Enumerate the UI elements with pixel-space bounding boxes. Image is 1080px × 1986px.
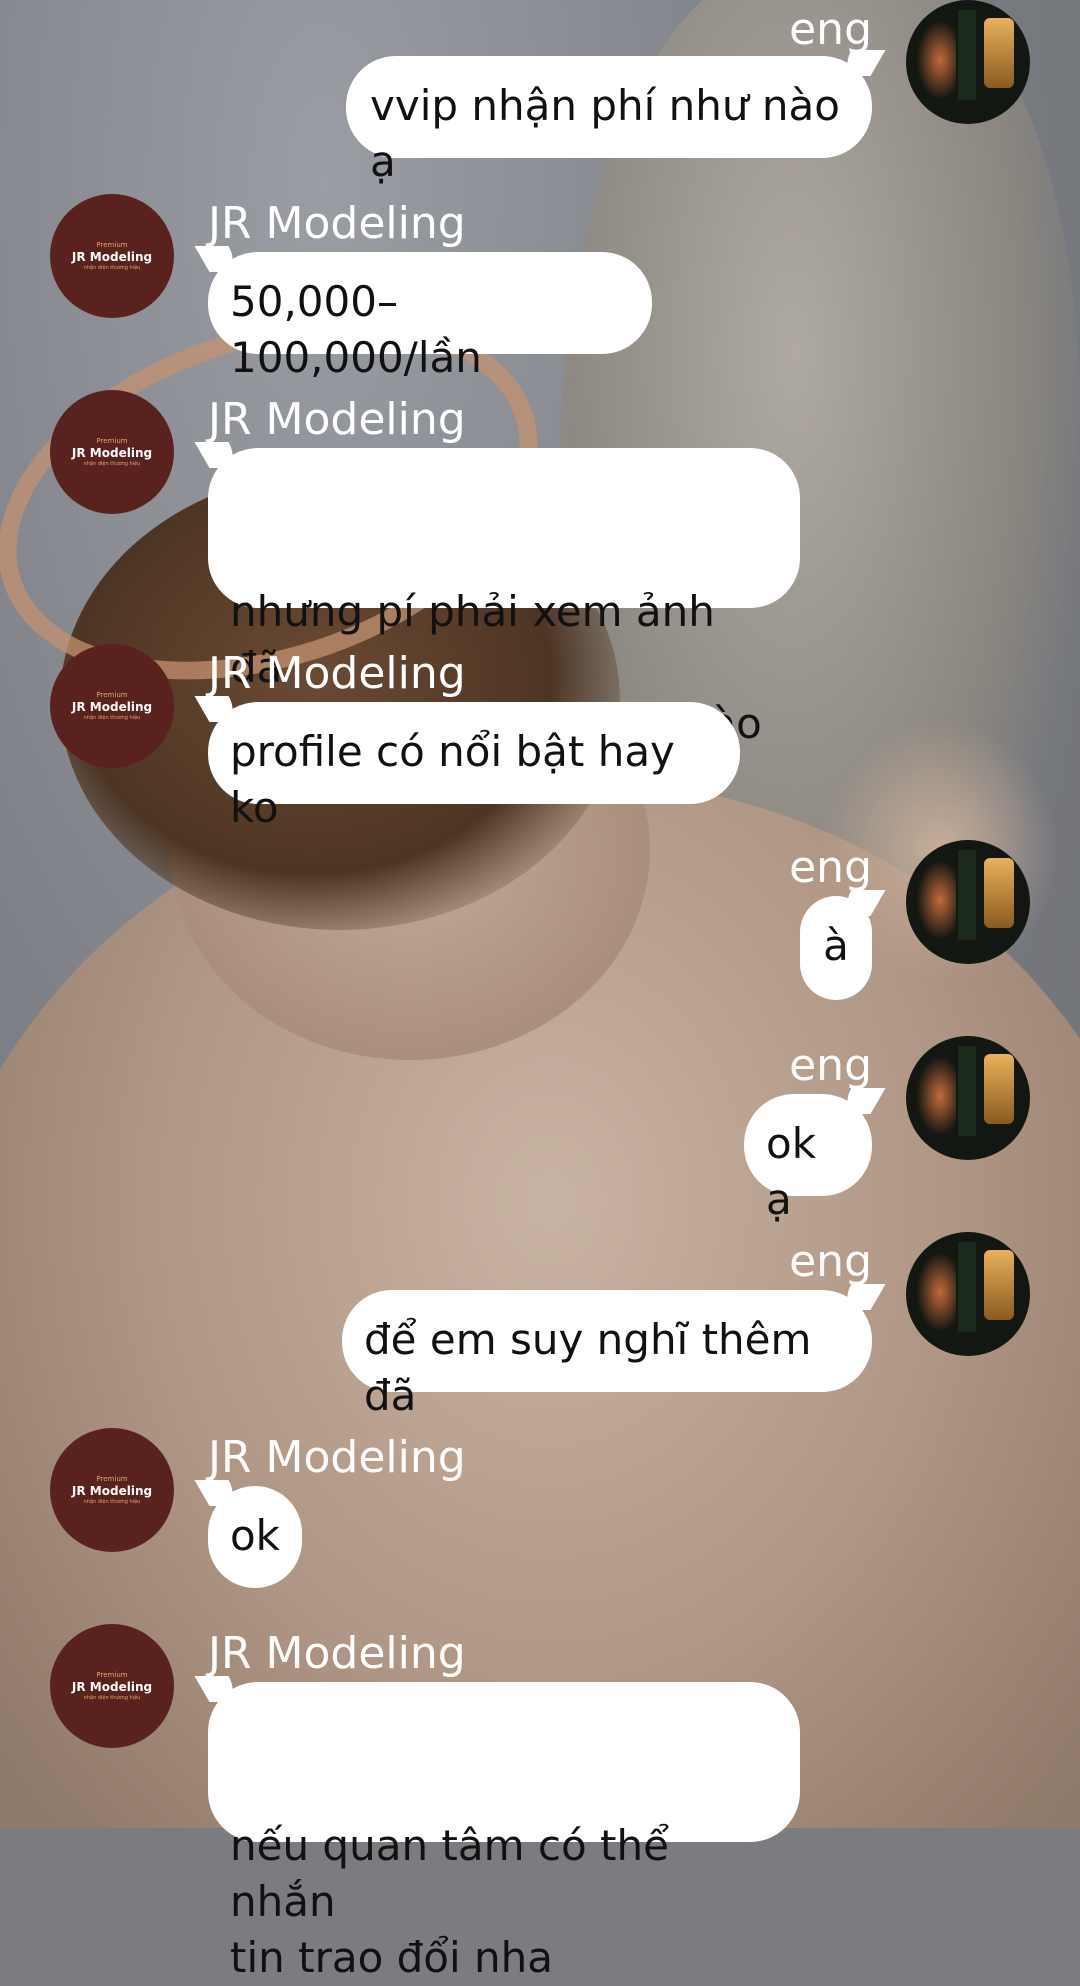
message-bubble[interactable]: nhưng pí phải xem ảnh đã nhá để xem rate… <box>194 442 800 748</box>
message-bubble[interactable]: 50,000–100,000/lần <box>194 246 652 382</box>
message-bubble[interactable]: ok <box>194 1480 302 1588</box>
contact-avatar[interactable]: Premium JR Modeling nhận diện thương hiệ… <box>50 194 174 318</box>
contact-avatar[interactable]: Premium JR Modeling nhận diện thương hiệ… <box>50 390 174 514</box>
sender-name: JR Modeling <box>208 648 466 699</box>
message-text: à <box>823 921 849 970</box>
message-bubble[interactable]: vvip nhận phí như nào ạ <box>346 50 886 186</box>
avatar-premium-text: Premium <box>96 1670 128 1679</box>
avatar-sub-text: nhận diện thương hiệu <box>83 714 141 721</box>
avatar-sub-text: nhận diện thương hiệu <box>83 460 141 467</box>
sender-name: eng <box>789 4 872 55</box>
avatar-sub-text: nhận diện thương hiệu <box>83 1498 141 1505</box>
contact-avatar[interactable]: Premium JR Modeling nhận diện thương hiệ… <box>50 1624 174 1748</box>
user-avatar[interactable] <box>906 0 1030 124</box>
avatar-title-text: JR Modeling <box>71 445 153 460</box>
avatar-premium-text: Premium <box>96 240 128 249</box>
contact-avatar[interactable]: Premium JR Modeling nhận diện thương hiệ… <box>50 1428 174 1552</box>
sender-name: eng <box>789 842 872 893</box>
avatar-title-text: JR Modeling <box>71 1679 153 1694</box>
avatar-premium-text: Premium <box>96 1474 128 1483</box>
sender-name: JR Modeling <box>208 1432 466 1483</box>
message-bubble[interactable]: profile có nổi bật hay ko <box>194 696 740 832</box>
avatar-sub-text: nhận diện thương hiệu <box>83 1694 141 1701</box>
avatar-sub-text: nhận diện thương hiệu <box>83 264 141 271</box>
sender-name: JR Modeling <box>208 198 466 249</box>
message-bubble[interactable]: ok ạ <box>744 1088 886 1224</box>
sender-name: eng <box>789 1236 872 1287</box>
message-text: ok <box>229 1511 281 1560</box>
message-bubble[interactable]: để em suy nghĩ thêm đã <box>342 1284 886 1420</box>
avatar-title-text: JR Modeling <box>71 1483 153 1498</box>
user-avatar[interactable] <box>906 1232 1030 1356</box>
avatar-premium-text: Premium <box>96 690 128 699</box>
contact-avatar[interactable]: Premium JR Modeling nhận diện thương hiệ… <box>50 644 174 768</box>
message-text: nếu quan tâm có thể nhắn tin trao đổi nh… <box>230 1821 669 1982</box>
sender-name: JR Modeling <box>208 394 466 445</box>
sender-name: eng <box>789 1040 872 1091</box>
avatar-title-text: JR Modeling <box>71 249 153 264</box>
message-text: 50,000–100,000/lần <box>230 277 482 382</box>
user-avatar[interactable] <box>906 840 1030 964</box>
message-bubble[interactable]: nếu quan tâm có thể nhắn tin trao đổi nh… <box>194 1676 800 1982</box>
avatar-title-text: JR Modeling <box>71 699 153 714</box>
sender-name: JR Modeling <box>208 1628 466 1679</box>
user-avatar[interactable] <box>906 1036 1030 1160</box>
avatar-premium-text: Premium <box>96 436 128 445</box>
message-bubble[interactable]: à <box>800 890 886 1000</box>
